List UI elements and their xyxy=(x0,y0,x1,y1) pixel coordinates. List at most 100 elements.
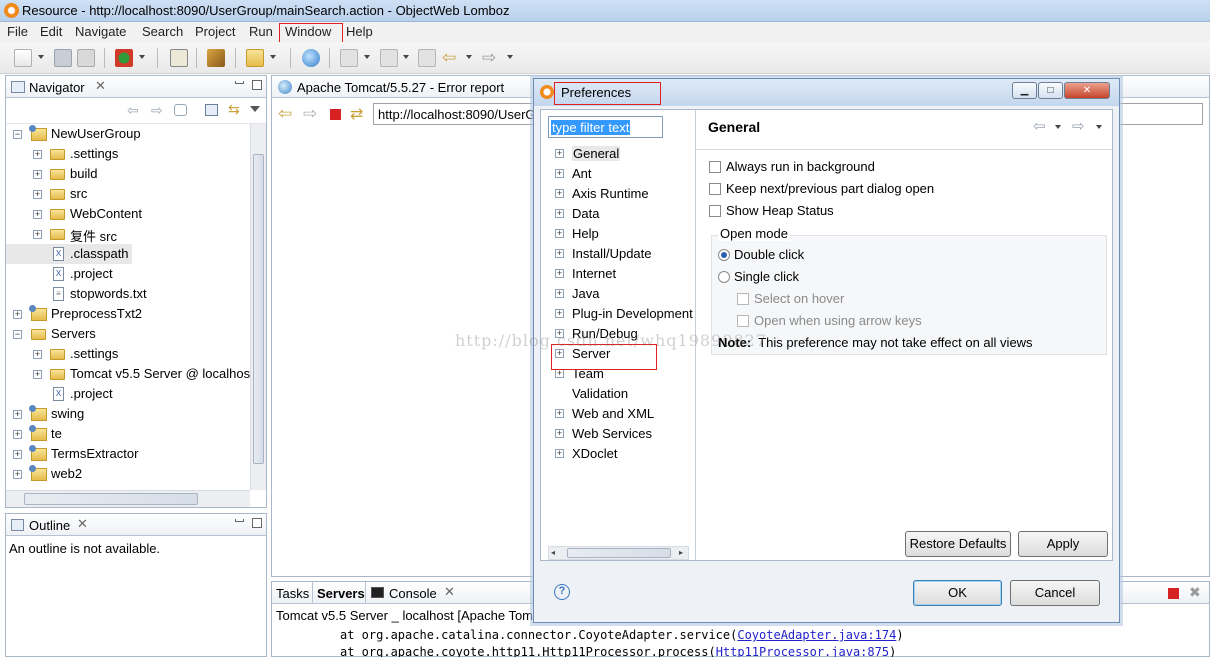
expand-icon[interactable]: + xyxy=(555,409,564,418)
keep-next-previous-checkbox[interactable] xyxy=(709,183,721,195)
scroll-thumb[interactable] xyxy=(567,548,671,558)
cancel-button[interactable]: Cancel xyxy=(1010,580,1100,606)
tab-console[interactable]: Console xyxy=(389,586,437,601)
expand-icon[interactable]: + xyxy=(555,289,564,298)
forward-dropdown-icon[interactable] xyxy=(507,55,513,59)
last-edit-icon[interactable] xyxy=(418,49,436,67)
minimize-icon[interactable] xyxy=(235,81,244,84)
run-server-dropdown-icon[interactable] xyxy=(139,55,145,59)
filter-input[interactable]: type filter text xyxy=(548,116,663,138)
navigator-vertical-scrollbar[interactable] xyxy=(250,124,266,490)
menu-run[interactable]: Run xyxy=(249,24,273,39)
double-click-radio[interactable] xyxy=(718,249,730,261)
task-list-icon[interactable] xyxy=(170,49,188,67)
close-window-icon[interactable]: ✕ xyxy=(1064,82,1110,99)
up-icon[interactable] xyxy=(174,104,187,116)
back-arrow-icon[interactable]: ⇦ xyxy=(442,48,456,68)
stop-icon[interactable] xyxy=(330,109,341,120)
restore-defaults-button[interactable]: Restore Defaults xyxy=(905,531,1011,557)
show-heap-status-checkbox[interactable] xyxy=(709,205,721,217)
menu-file[interactable]: File xyxy=(7,24,28,39)
maximize-icon[interactable] xyxy=(252,80,262,90)
save-icon[interactable] xyxy=(54,49,72,67)
expand-icon[interactable]: + xyxy=(555,429,564,438)
expand-icon[interactable]: + xyxy=(33,190,42,199)
annotation-dropdown-icon[interactable] xyxy=(364,55,370,59)
tree-row-selected[interactable]: X .classpath xyxy=(6,244,132,264)
minimize-window-icon[interactable]: ▁ xyxy=(1012,82,1037,99)
back-icon[interactable]: ⇦ xyxy=(127,102,139,119)
scroll-right-icon[interactable]: ▸ xyxy=(679,548,683,557)
expand-icon[interactable]: + xyxy=(13,410,22,419)
refresh-icon[interactable]: ⇄ xyxy=(350,104,363,124)
expand-icon[interactable]: + xyxy=(33,150,42,159)
menu-search[interactable]: Search xyxy=(142,24,183,39)
tab-tasks[interactable]: Tasks xyxy=(276,586,309,601)
expand-icon[interactable]: + xyxy=(13,470,22,479)
web-browser-icon[interactable] xyxy=(302,49,320,67)
expand-icon[interactable]: + xyxy=(555,209,564,218)
maximize-window-icon[interactable]: □ xyxy=(1038,82,1063,99)
stack-link[interactable]: Http11Processor.java:875 xyxy=(716,645,889,657)
expand-icon[interactable]: + xyxy=(555,449,564,458)
menu-edit[interactable]: Edit xyxy=(40,24,62,39)
terminate-icon[interactable] xyxy=(1168,588,1179,599)
outline-title[interactable]: Outline xyxy=(29,518,70,533)
expand-icon[interactable]: + xyxy=(13,310,22,319)
browser-forward-icon[interactable]: ⇨ xyxy=(303,104,317,124)
page-forward-dropdown-icon[interactable] xyxy=(1096,125,1102,129)
expand-icon[interactable]: + xyxy=(33,230,42,239)
tab-servers[interactable]: Servers xyxy=(317,586,365,601)
new-icon[interactable] xyxy=(14,49,32,67)
scroll-thumb[interactable] xyxy=(253,154,264,464)
navigator-horizontal-scrollbar[interactable] xyxy=(6,490,250,507)
expand-icon[interactable]: + xyxy=(33,170,42,179)
scroll-left-icon[interactable]: ◂ xyxy=(551,548,555,557)
expand-icon[interactable]: + xyxy=(555,369,564,378)
expand-icon[interactable]: + xyxy=(33,210,42,219)
remove-launch-icon[interactable]: ✖ xyxy=(1189,584,1201,601)
open-arrow-keys-checkbox[interactable] xyxy=(737,315,749,327)
apply-button[interactable]: Apply xyxy=(1018,531,1108,557)
prev-annotation-icon[interactable] xyxy=(380,49,398,67)
expand-icon[interactable]: + xyxy=(555,189,564,198)
always-run-background-checkbox[interactable] xyxy=(709,161,721,173)
maximize-icon[interactable] xyxy=(252,518,262,528)
expand-icon[interactable]: + xyxy=(555,229,564,238)
browser-back-icon[interactable]: ⇦ xyxy=(278,104,292,124)
print-icon[interactable] xyxy=(77,49,95,67)
menu-project[interactable]: Project xyxy=(195,24,235,39)
expand-icon[interactable]: + xyxy=(555,149,564,158)
tree-horizontal-scrollbar[interactable]: ◂ ▸ xyxy=(548,546,689,560)
annotation-icon[interactable] xyxy=(340,49,358,67)
ok-button[interactable]: OK xyxy=(913,580,1002,606)
close-icon[interactable]: ✕ xyxy=(77,516,88,532)
link-with-editor-icon[interactable]: ⇆ xyxy=(228,101,240,118)
close-icon[interactable]: ✕ xyxy=(444,584,455,600)
forward-icon[interactable]: ⇨ xyxy=(151,102,163,119)
run-server-icon[interactable] xyxy=(115,49,133,67)
view-menu-icon[interactable] xyxy=(250,106,260,112)
navigator-title[interactable]: Navigator xyxy=(29,80,85,95)
open-type-icon[interactable] xyxy=(246,49,264,67)
expand-icon[interactable]: + xyxy=(555,269,564,278)
menu-help[interactable]: Help xyxy=(346,24,373,39)
single-click-radio[interactable] xyxy=(718,271,730,283)
collapse-icon[interactable]: − xyxy=(13,130,22,139)
menu-navigate[interactable]: Navigate xyxy=(75,24,126,39)
open-type-dropdown-icon[interactable] xyxy=(270,55,276,59)
expand-icon[interactable]: + xyxy=(33,350,42,359)
close-icon[interactable]: ✕ xyxy=(95,78,106,94)
forward-arrow-icon[interactable]: ⇨ xyxy=(482,48,496,68)
browser-tab-title[interactable]: Apache Tomcat/5.5.27 - Error report xyxy=(297,80,504,95)
expand-icon[interactable]: + xyxy=(555,249,564,258)
stack-link[interactable]: CoyoteAdapter.java:174 xyxy=(737,628,896,642)
prev-annotation-dropdown-icon[interactable] xyxy=(403,55,409,59)
scroll-thumb[interactable] xyxy=(24,493,198,505)
help-icon[interactable]: ? xyxy=(554,584,570,600)
collapse-icon[interactable]: − xyxy=(13,330,22,339)
page-forward-icon[interactable]: ⇨ xyxy=(1072,117,1085,135)
page-back-dropdown-icon[interactable] xyxy=(1055,125,1061,129)
select-on-hover-checkbox[interactable] xyxy=(737,293,749,305)
back-dropdown-icon[interactable] xyxy=(466,55,472,59)
